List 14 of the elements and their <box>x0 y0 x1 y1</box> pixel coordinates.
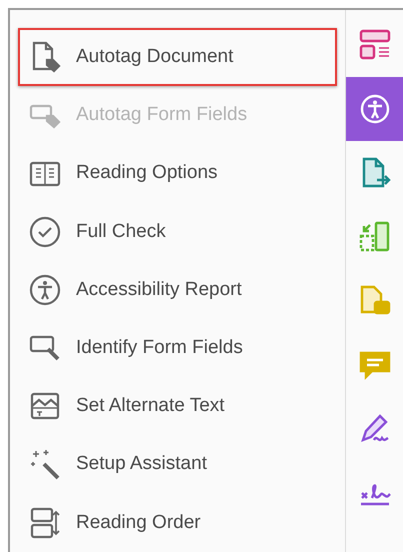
tool-item[interactable]: Setup Assistant <box>18 436 337 494</box>
tool-item[interactable]: Set Alternate Text <box>18 377 337 436</box>
tool-item[interactable]: Reading Options <box>18 144 337 203</box>
check-circle-icon <box>28 214 62 249</box>
tool-item[interactable]: Reading Order <box>18 494 337 552</box>
accessibility-icon <box>28 272 62 307</box>
pages-arrow-icon[interactable] <box>358 220 392 254</box>
tool-item[interactable]: Accessibility Report <box>18 260 337 320</box>
tool-item[interactable]: Full Check <box>18 202 337 261</box>
tool-item[interactable]: Autotag Document <box>18 28 337 86</box>
rail-tab[interactable] <box>346 77 403 141</box>
layout-icon[interactable] <box>358 28 392 62</box>
magic-wand-icon <box>28 448 62 482</box>
tool-item[interactable]: Identify Form Fields <box>18 319 337 378</box>
